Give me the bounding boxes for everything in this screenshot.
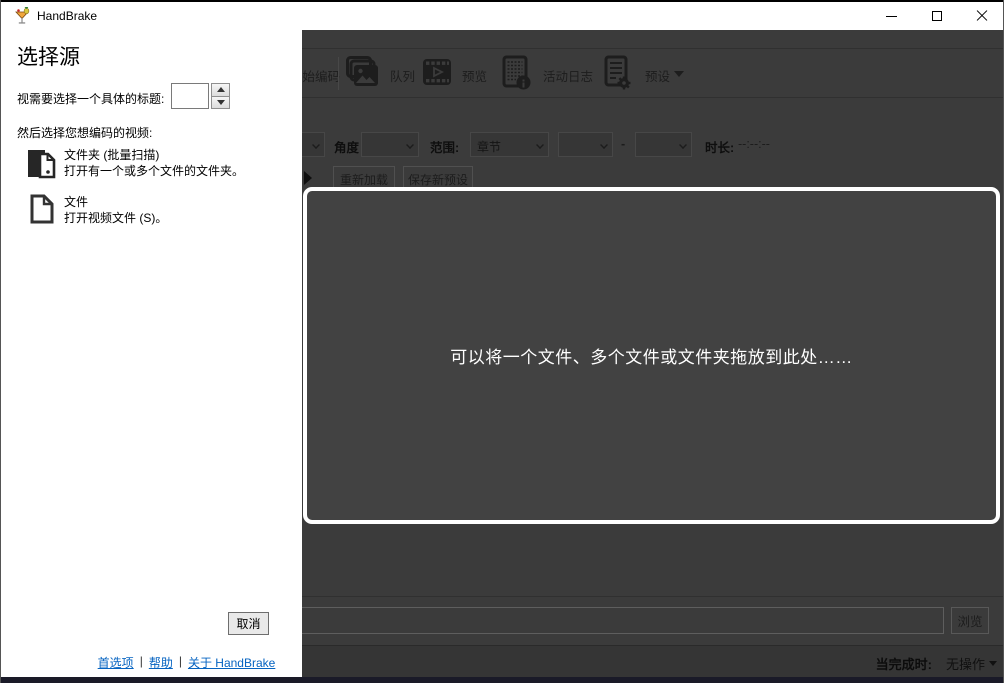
- chevron-down-icon: [679, 141, 686, 148]
- activity-log-button[interactable]: 活动日志: [543, 66, 593, 85]
- duration-label: 时长:: [705, 141, 735, 155]
- arrow-up-icon: [216, 87, 225, 93]
- maximize-button[interactable]: [914, 2, 959, 30]
- queue-button[interactable]: 队列: [390, 66, 415, 85]
- stepper-up-button[interactable]: [211, 83, 230, 97]
- handbrake-logo-icon: [15, 7, 30, 24]
- window-title: HandBrake: [37, 9, 98, 23]
- chevron-down-icon: [536, 141, 543, 148]
- preview-button[interactable]: 预览: [462, 66, 487, 85]
- angle-select[interactable]: [361, 132, 419, 157]
- title-number-stepper[interactable]: [211, 83, 230, 109]
- cancel-button[interactable]: 取消: [228, 612, 269, 635]
- when-done-caret-icon[interactable]: [989, 661, 997, 666]
- chevron-down-icon: [600, 141, 607, 148]
- footer-separator: |: [139, 654, 143, 668]
- close-icon: [976, 10, 988, 22]
- about-link[interactable]: 关于 HandBrake: [188, 654, 275, 671]
- minimize-icon: [886, 15, 897, 17]
- open-file-option[interactable]: 文件 打开视频文件 (S)。: [21, 193, 286, 237]
- range-type-value: 章节: [477, 140, 502, 154]
- preview-icon[interactable]: [422, 58, 452, 86]
- presets-icon[interactable]: [604, 55, 632, 91]
- stepper-down-button[interactable]: [211, 95, 230, 109]
- presets-button[interactable]: 预设: [645, 66, 670, 85]
- chevron-down-icon: [312, 141, 319, 148]
- folder-batch-icon: [28, 150, 56, 179]
- when-done-label: 当完成时:: [875, 657, 932, 672]
- range-dash: -: [621, 137, 626, 151]
- file-option-title: 文件: [64, 195, 89, 209]
- handbrake-window: HandBrake 开始编码 队列 预览 活动日志 预设 角度 范围: 章节 -…: [0, 0, 1004, 683]
- preferences-link[interactable]: 首选项: [98, 654, 134, 671]
- file-icon: [30, 194, 54, 224]
- content-divider: [302, 596, 1003, 597]
- title-bar[interactable]: HandBrake: [1, 2, 1003, 30]
- chevron-down-icon: [406, 141, 413, 148]
- close-button[interactable]: [959, 2, 1003, 30]
- title-prompt-label: 视需要选择一个具体的标题:: [17, 92, 165, 106]
- preset-expander-icon[interactable]: [304, 171, 312, 185]
- maximize-icon: [931, 11, 942, 21]
- when-done-value[interactable]: 无操作: [946, 654, 985, 673]
- folder-option-desc: 打开有一个或多个文件的文件夹。: [64, 164, 245, 178]
- toolbar-separator: [338, 57, 339, 90]
- duration-value: --:--:--: [738, 137, 770, 151]
- window-top-border: [1, 0, 1003, 2]
- source-selection-panel: 选择源 视需要选择一个具体的标题: 然后选择您想编码的视频: 文件夹 (批量扫描…: [1, 30, 302, 677]
- window-bottom-edge: [1, 677, 1003, 683]
- footer-separator: |: [178, 654, 182, 668]
- presets-dropdown-caret-icon[interactable]: [674, 71, 684, 77]
- activity-log-icon[interactable]: [502, 55, 532, 91]
- drop-zone-message: 可以将一个文件、多个文件或文件夹拖放到此处……: [450, 348, 853, 367]
- help-link[interactable]: 帮助: [149, 654, 173, 671]
- range-end-select[interactable]: [635, 132, 692, 157]
- source-panel-title: 选择源: [17, 46, 80, 69]
- range-type-select[interactable]: 章节: [470, 132, 549, 157]
- browse-button[interactable]: 浏览: [951, 607, 989, 634]
- destination-path-input[interactable]: [297, 607, 944, 634]
- angle-label: 角度: [334, 141, 360, 155]
- arrow-down-icon: [216, 99, 225, 105]
- footer-links: 首选项 | 帮助 | 关于 HandBrake: [1, 654, 302, 671]
- queue-icon[interactable]: [345, 55, 379, 89]
- drop-zone[interactable]: 可以将一个文件、多个文件或文件夹拖放到此处……: [303, 187, 1000, 524]
- minimize-button[interactable]: [869, 2, 914, 30]
- folder-option-title: 文件夹 (批量扫描): [64, 148, 160, 162]
- file-option-desc: 打开视频文件 (S)。: [64, 211, 168, 225]
- title-number-input[interactable]: [171, 83, 209, 109]
- video-prompt-label: 然后选择您想编码的视频:: [17, 126, 153, 140]
- open-folder-option[interactable]: 文件夹 (批量扫描) 打开有一个或多个文件的文件夹。: [21, 146, 286, 190]
- range-start-select[interactable]: [558, 132, 613, 157]
- range-label: 范围:: [430, 141, 460, 155]
